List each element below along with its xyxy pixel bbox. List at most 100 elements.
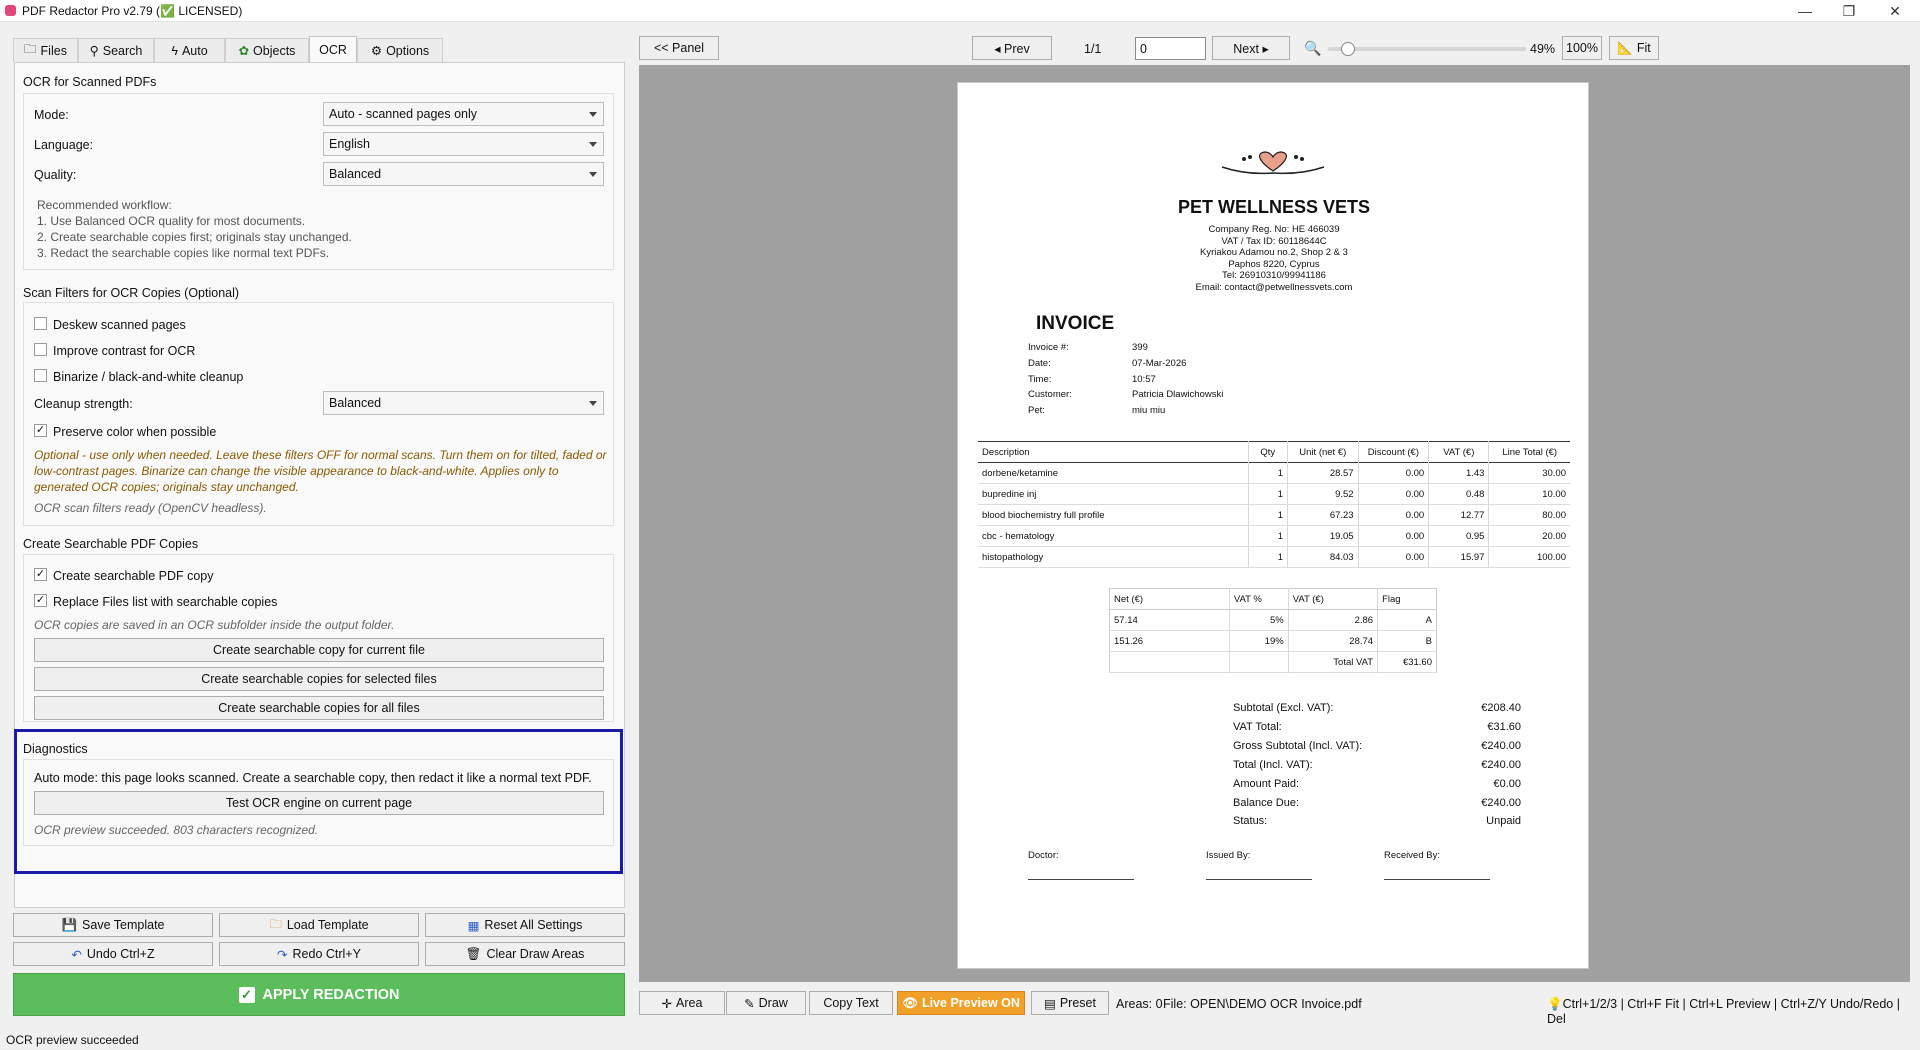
table-cell: 0.00 bbox=[1357, 483, 1429, 505]
create-copies-selected-button[interactable]: Create searchable copies for selected fi… bbox=[34, 667, 604, 691]
total-value: €240.00 bbox=[1481, 796, 1521, 809]
search-icon: ⚲ bbox=[89, 44, 99, 58]
ruler-icon: 📐 bbox=[1617, 40, 1633, 55]
quality-select[interactable]: Balanced bbox=[323, 162, 604, 186]
reset-settings-button[interactable]: ▦ Reset All Settings bbox=[425, 913, 625, 937]
total-label: Total (Incl. VAT): bbox=[1233, 758, 1313, 771]
minimize-button[interactable]: — bbox=[1795, 3, 1815, 19]
diagnostics-title: Diagnostics bbox=[23, 742, 88, 756]
create-copy-label: Create searchable PDF copy bbox=[53, 569, 214, 583]
table-cell: 12.77 bbox=[1428, 504, 1489, 526]
draw-tool-button[interactable]: ✎ Draw bbox=[726, 991, 806, 1015]
table-cell: 0.00 bbox=[1357, 462, 1429, 484]
invoice-meta-row: Date: 07-Mar-2026 bbox=[1028, 356, 1223, 372]
folder-icon: 🗀 bbox=[24, 42, 37, 56]
objects-icon: ✿ bbox=[238, 44, 250, 58]
tab-auto[interactable]: ϟ Auto bbox=[154, 38, 225, 62]
copy-text-button[interactable]: Copy Text bbox=[809, 991, 893, 1015]
table-cell: 80.00 bbox=[1488, 504, 1570, 526]
signature-line bbox=[1384, 879, 1490, 880]
signature-line bbox=[1028, 879, 1134, 880]
filters-ready-text: OCR scan filters ready (OpenCV headless)… bbox=[34, 501, 267, 515]
tab-options[interactable]: ⚙ Options bbox=[357, 38, 443, 62]
paw-heart-logo-icon bbox=[1221, 151, 1325, 175]
tab-search[interactable]: ⚲ Search bbox=[78, 38, 154, 62]
mode-label: Mode: bbox=[34, 108, 69, 122]
zoom-slider-thumb[interactable] bbox=[1340, 42, 1355, 56]
vat-column-header: Flag bbox=[1377, 588, 1437, 610]
vat-cell bbox=[1110, 652, 1230, 673]
page-input[interactable]: 0 bbox=[1135, 37, 1206, 60]
vat-row: Total VAT €31.60 bbox=[1109, 651, 1437, 673]
area-tool-button[interactable]: ✛ Area bbox=[639, 991, 725, 1015]
maximize-button[interactable]: ❐ bbox=[1839, 3, 1859, 20]
create-copies-all-button[interactable]: Create searchable copies for all files bbox=[34, 696, 604, 720]
language-select[interactable]: English bbox=[323, 132, 604, 156]
meta-key: Time: bbox=[1028, 373, 1052, 385]
table-cell: 1 bbox=[1247, 462, 1288, 484]
table-cell: 0.00 bbox=[1357, 525, 1429, 547]
prev-page-button[interactable]: ◂ Prev bbox=[972, 36, 1052, 60]
vat-cell: 2.86 bbox=[1287, 609, 1378, 631]
test-ocr-button[interactable]: Test OCR engine on current page bbox=[34, 791, 604, 815]
tab-ocr[interactable]: OCR bbox=[309, 36, 357, 63]
lightbulb-icon: 💡 bbox=[1547, 997, 1563, 1011]
table-cell: 0.00 bbox=[1357, 504, 1429, 526]
contrast-checkbox[interactable] bbox=[34, 343, 47, 356]
total-label: Amount Paid: bbox=[1233, 777, 1300, 790]
table-cell: 20.00 bbox=[1488, 525, 1570, 547]
tab-files[interactable]: 🗀 Files bbox=[13, 38, 78, 62]
redo-button[interactable]: ↷ Redo Ctrl+Y bbox=[219, 942, 419, 966]
redo-icon: ↷ bbox=[277, 947, 288, 962]
invoice-meta-row: Customer: Patricia Dlawichowski bbox=[1028, 387, 1223, 403]
binarize-checkbox[interactable] bbox=[34, 369, 47, 382]
pdf-page[interactable]: PET WELLNESS VETS Company Reg. No: HE 46… bbox=[957, 82, 1589, 969]
chevron-down-icon bbox=[589, 172, 597, 177]
total-label: Balance Due: bbox=[1233, 796, 1300, 809]
live-preview-toggle[interactable]: 👁 Live Preview ON bbox=[897, 991, 1025, 1015]
load-template-button[interactable]: 🗀 Load Template bbox=[219, 913, 419, 937]
deskew-checkbox[interactable] bbox=[34, 317, 47, 330]
clear-draw-areas-button[interactable]: 🗑 Clear Draw Areas bbox=[425, 942, 625, 966]
table-cell: 84.03 bbox=[1286, 546, 1359, 568]
workflow-notes: Recommended workflow: 1. Use Balanced OC… bbox=[37, 198, 352, 260]
column-header: Line Total (€) bbox=[1488, 441, 1570, 463]
create-copy-current-button[interactable]: Create searchable copy for current file bbox=[34, 638, 604, 662]
tab-objects[interactable]: ✿ Objects bbox=[225, 38, 309, 62]
total-row: Total (Incl. VAT): €240.00 bbox=[1233, 756, 1521, 775]
shortcuts-hint: 💡Ctrl+1/2/3 | Ctrl+F Fit | Ctrl+L Previe… bbox=[1547, 997, 1900, 1026]
table-cell: 1 bbox=[1247, 525, 1288, 547]
preset-button[interactable]: ▤ Preset bbox=[1031, 991, 1109, 1015]
vat-column-header: Net (€) bbox=[1109, 588, 1230, 610]
binarize-label: Binarize / black-and-white cleanup bbox=[53, 370, 244, 384]
undo-button[interactable]: ↶ Undo Ctrl+Z bbox=[13, 942, 213, 966]
toggle-panel-button[interactable]: << Panel bbox=[639, 36, 719, 60]
table-cell: cbc - hematology bbox=[982, 530, 1055, 542]
cleanup-select[interactable]: Balanced bbox=[323, 391, 604, 415]
vat-summary-table: Net (€) VAT % VAT (€) Flag 57.14 5% 2.86 A 151.… bbox=[1109, 588, 1437, 673]
crosshair-icon: ✛ bbox=[661, 996, 673, 1011]
document-icon: ▤ bbox=[1044, 996, 1056, 1011]
vat-cell: 5% bbox=[1228, 609, 1289, 631]
preserve-color-checkbox[interactable]: ✓ bbox=[34, 424, 47, 437]
zoom-100-button[interactable]: 100% bbox=[1562, 36, 1602, 60]
fit-button[interactable]: 📐 Fit bbox=[1609, 36, 1659, 60]
zoom-slider[interactable] bbox=[1328, 42, 1526, 56]
next-page-button[interactable]: Next ▸ bbox=[1212, 36, 1290, 60]
invoice-meta-row: Pet: miu miu bbox=[1028, 403, 1223, 419]
invoice-meta-row: Time: 10:57 bbox=[1028, 372, 1223, 388]
clinic-name: PET WELLNESS VETS bbox=[1177, 197, 1371, 217]
total-value: €31.60 bbox=[1487, 720, 1521, 733]
mode-select[interactable]: Auto - scanned pages only bbox=[323, 102, 604, 126]
create-copy-checkbox[interactable]: ✓ bbox=[34, 568, 47, 581]
total-value: €240.00 bbox=[1481, 739, 1521, 752]
apply-redaction-button[interactable]: ✓ APPLY REDACTION bbox=[13, 973, 625, 1016]
save-template-button[interactable]: 💾 Save Template bbox=[13, 913, 213, 937]
close-button[interactable]: ✕ bbox=[1885, 3, 1905, 20]
invoice-items-table: Description Qty Unit (net €) Discount (€) VA… bbox=[978, 441, 1570, 568]
total-value: Unpaid bbox=[1486, 815, 1521, 828]
cleanup-label: Cleanup strength: bbox=[34, 397, 133, 411]
total-row: Balance Due: €240.00 bbox=[1233, 794, 1521, 813]
ocr-test-result: OCR preview succeeded. 803 characters re… bbox=[34, 823, 319, 837]
replace-list-checkbox[interactable]: ✓ bbox=[34, 594, 47, 607]
